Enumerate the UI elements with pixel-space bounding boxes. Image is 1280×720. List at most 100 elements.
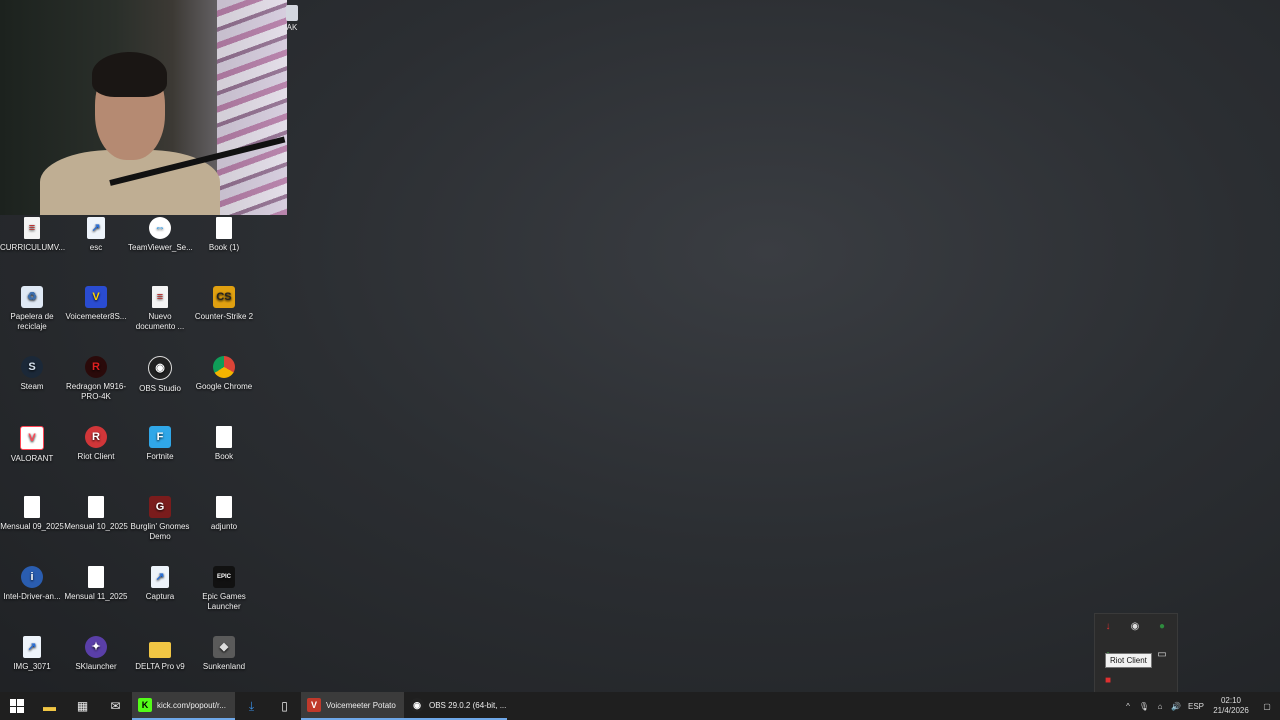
voicemeeter-icon: V <box>307 698 321 712</box>
desktop-icon-label: TeamViewer_Se... <box>128 243 193 252</box>
desktop-icon-intel-driver[interactable]: i Intel-Driver-an... <box>0 566 64 602</box>
overlay-badge-label: AK <box>286 23 298 32</box>
desktop-icon-captura[interactable]: ↗ Captura <box>128 566 192 602</box>
volume-icon[interactable]: 🔊 <box>1168 702 1184 711</box>
epic-games-icon: EPIC <box>213 566 235 588</box>
document-icon <box>216 426 232 448</box>
download-app-button[interactable]: ⤓ <box>235 692 268 720</box>
desktop-icon-chrome[interactable]: Google Chrome <box>192 356 256 392</box>
document-icon: ≡ <box>24 217 40 239</box>
webcam-curtain <box>217 0 287 215</box>
taskbar-app-label: kick.com/popout/r... <box>157 700 226 710</box>
redragon-icon: R <box>85 356 107 378</box>
download-arrow-icon[interactable]: ↓ <box>1101 620 1115 634</box>
taskbar-app-voicemeeter[interactable]: V Voicemeeter Potato <box>301 692 404 720</box>
taskbar-app-obs[interactable]: ◉ OBS 29.0.2 (64-bit, ... <box>404 692 507 720</box>
desktop-icon-label: esc <box>89 243 103 252</box>
folder-icon <box>149 642 171 658</box>
taskbar-app-kick[interactable]: K kick.com/popout/r... <box>132 692 235 720</box>
desktop-icon-redragon[interactable]: R Redragon M916-PRO-4K <box>64 356 128 402</box>
desktop-icon-label: Intel-Driver-an... <box>3 592 61 601</box>
desktop-icon-delta-pro[interactable]: DELTA Pro v9 <box>128 636 192 672</box>
desktop-icon-label: OBS Studio <box>139 384 181 393</box>
store-button[interactable]: ▦ <box>66 692 99 720</box>
kick-icon: K <box>138 698 152 712</box>
steam-icon: S <box>21 356 43 378</box>
desktop-icon-teamviewer[interactable]: ⇔ TeamViewer_Se... <box>128 217 193 253</box>
valorant-icon: V <box>20 426 44 450</box>
desktop-icon-curriculum[interactable]: ≡ CURRICULUMV... <box>0 217 66 253</box>
mail-button[interactable]: ✉ <box>99 692 132 720</box>
desktop-icon-img-3071[interactable]: ↗ IMG_3071 <box>0 636 64 672</box>
display-icon[interactable]: ▭ <box>1155 648 1169 662</box>
desktop-icon-esc[interactable]: ↗ esc <box>64 217 128 253</box>
recycle-bin-icon: ♻ <box>21 286 43 308</box>
notification-center-icon[interactable]: ▢ <box>1254 702 1280 711</box>
taskbar-app-label: OBS 29.0.2 (64-bit, ... <box>429 700 507 710</box>
teamviewer-icon: ⇔ <box>149 217 171 239</box>
sunkenland-icon: ◆ <box>213 636 235 658</box>
desktop-icon-riot-client[interactable]: R Riot Client <box>64 426 128 462</box>
desktop-icon-steam[interactable]: S Steam <box>0 356 64 392</box>
clock-date: 21/4/2026 <box>1213 706 1249 715</box>
overlay-shortcut-icon[interactable]: AK <box>285 5 299 35</box>
desktop-icon-mensual-09[interactable]: Mensual 09_2025 <box>0 496 64 532</box>
document-icon <box>88 566 104 588</box>
riot-client-icon: R <box>85 426 107 448</box>
file-explorer-button[interactable]: ▬ <box>33 692 66 720</box>
gnome-game-icon: G <box>149 496 171 518</box>
store-icon: ▦ <box>76 699 89 713</box>
microphone-icon[interactable]: 🎙 <box>1136 702 1152 711</box>
desktop-icon-label: Steam <box>20 382 44 391</box>
desktop-icon-mensual-11[interactable]: Mensual 11_2025 <box>64 566 128 602</box>
desktop-icon-label: Google Chrome <box>195 382 253 391</box>
desktop-icon-label: VALORANT <box>10 454 54 463</box>
riot-client-tray-icon[interactable]: ■ <box>1101 674 1115 688</box>
shortcut-icon: ↗ <box>151 566 169 588</box>
document-icon <box>88 496 104 518</box>
obs-tray-icon[interactable]: ◉ <box>1128 620 1142 634</box>
network-icon[interactable]: ⌂ <box>1152 702 1168 711</box>
desktop-icon-fortnite[interactable]: F Fortnite <box>128 426 192 462</box>
desktop-icon-mensual-10[interactable]: Mensual 10_2025 <box>64 496 128 532</box>
start-button[interactable] <box>0 692 33 720</box>
desktop-icon-epic-games[interactable]: EPIC Epic Games Launcher <box>192 566 256 612</box>
desktop-icon-label: IMG_3071 <box>13 662 51 671</box>
status-circle-icon[interactable]: ● <box>1155 620 1169 634</box>
voicemeeter-icon: V <box>85 286 107 308</box>
desktop-icon-label: Counter-Strike 2 <box>194 312 254 321</box>
desktop-icon-label: CURRICULUMV... <box>0 243 66 252</box>
desktop-icon-sklauncher[interactable]: ✦ SKlauncher <box>64 636 128 672</box>
desktop-icon-label: Fortnite <box>146 452 174 461</box>
overlay-badge-icon <box>286 5 298 21</box>
clock[interactable]: 02:10 21/4/2026 <box>1208 696 1254 716</box>
chrome-icon <box>213 356 235 378</box>
image-icon: ↗ <box>23 636 41 658</box>
folder-icon: ▬ <box>43 698 56 714</box>
desktop-icon-counter-strike[interactable]: CS Counter-Strike 2 <box>192 286 256 322</box>
file-app-button[interactable]: ▯ <box>268 692 301 720</box>
desktop-icon-recycle-bin[interactable]: ♻ Papelera de reciclaje <box>0 286 64 332</box>
mail-icon: ✉ <box>110 699 121 713</box>
desktop-icon-sunkenland[interactable]: ◆ Sunkenland <box>192 636 256 672</box>
desktop-icon-book-1[interactable]: Book (1) <box>192 217 256 253</box>
show-hidden-icons-chevron-icon[interactable]: ^ <box>1120 702 1136 711</box>
desktop-icon-voicemeeter[interactable]: V Voicemeeter8S... <box>64 286 128 322</box>
desktop-icon-burglin-gnomes[interactable]: G Burglin' Gnomes Demo <box>128 496 192 542</box>
download-icon: ⤓ <box>248 698 255 713</box>
desktop-icon-nuevo-documento[interactable]: ≡ Nuevo documento ... <box>128 286 192 332</box>
desktop-icon-label: Book (1) <box>208 243 240 252</box>
document-icon <box>216 496 232 518</box>
desktop-icon-label: Redragon M916-PRO-4K <box>65 382 127 401</box>
desktop-icon-label: adjunto <box>210 522 238 531</box>
desktop-icon-obs-studio[interactable]: ◉ OBS Studio <box>128 356 192 394</box>
desktop-icon-label: Mensual 11_2025 <box>64 592 128 601</box>
document-icon <box>24 496 40 518</box>
document-icon <box>216 217 232 239</box>
desktop-icon-book[interactable]: Book <box>192 426 256 462</box>
desktop-icon-valorant[interactable]: V VALORANT <box>0 426 64 464</box>
language-indicator[interactable]: ESP <box>1184 702 1208 711</box>
taskbar-app-label: Voicemeeter Potato <box>326 700 396 710</box>
desktop-icon-label: Papelera de reciclaje <box>10 312 54 331</box>
desktop-icon-adjunto[interactable]: adjunto <box>192 496 256 532</box>
